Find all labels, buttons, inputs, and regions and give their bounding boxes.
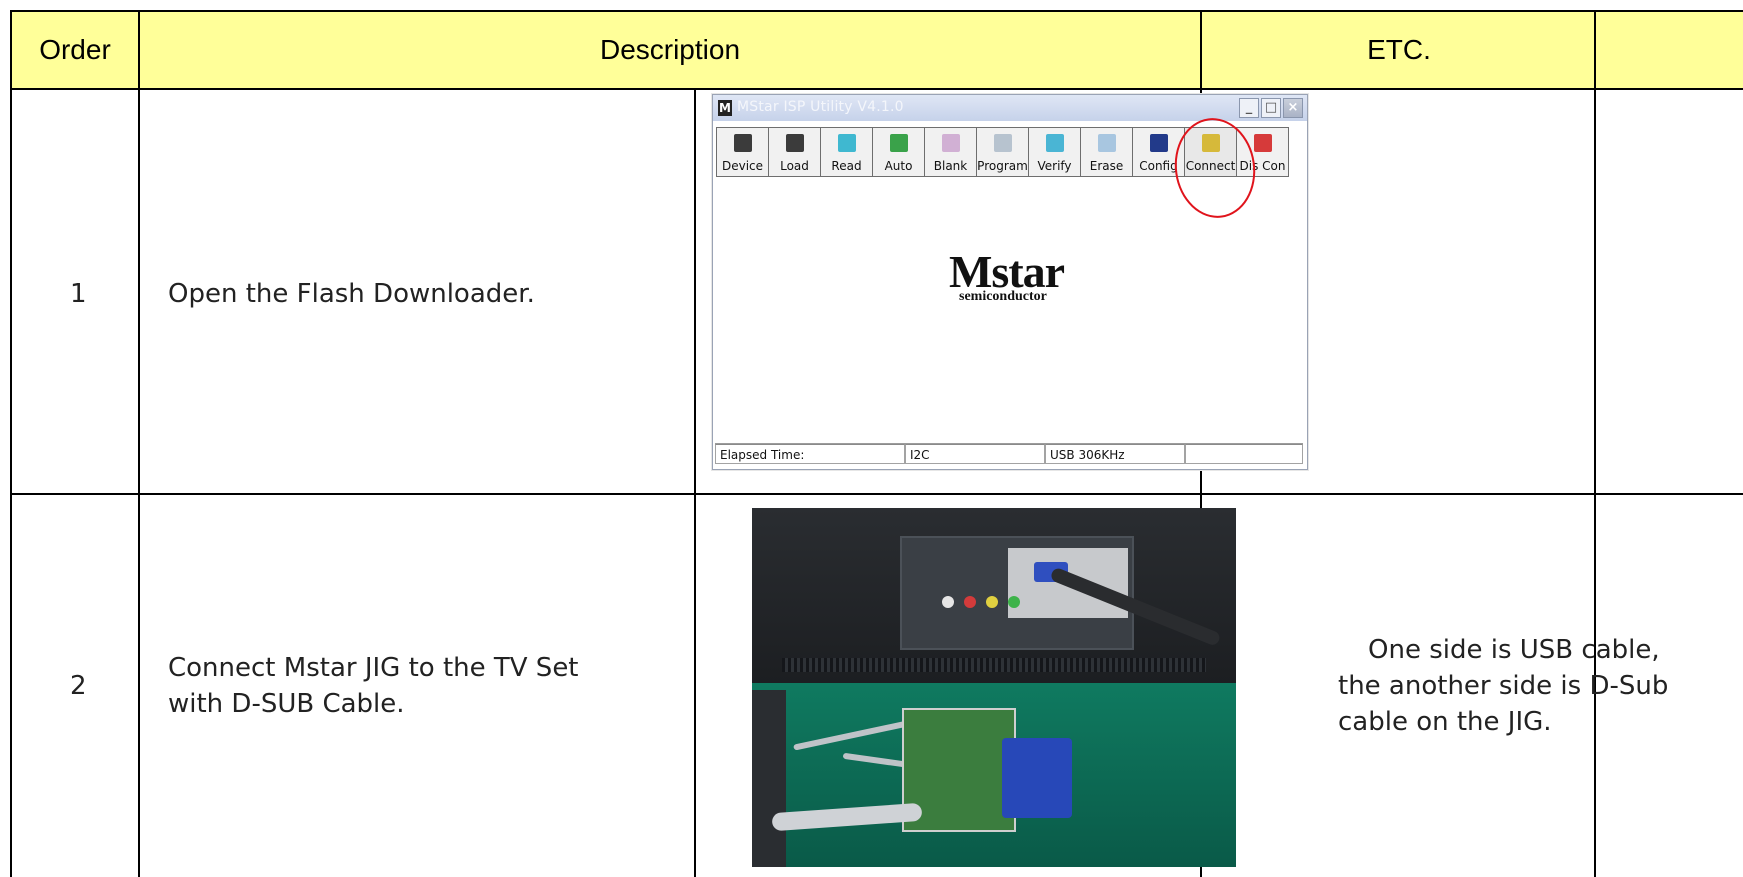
status-usb-speed: USB 306KHz <box>1045 444 1185 464</box>
row2-etc-line3: cable on the JIG. <box>1338 707 1552 737</box>
blank-button[interactable]: Blank <box>924 127 976 177</box>
window-controls: _ □ × <box>1239 98 1303 118</box>
tv-jig-photo <box>752 508 1236 867</box>
verify-label: Verify <box>1037 159 1072 173</box>
blank-check-icon <box>942 134 960 152</box>
mstar-logo: Mstar semiconductor <box>949 245 1089 305</box>
auto-button[interactable]: Auto <box>872 127 924 177</box>
load-label: Load <box>780 159 809 173</box>
photo-left-edge <box>752 690 786 867</box>
window-titlebar: M MStar ISP Utility V4.1.0 _ □ × <box>713 95 1307 121</box>
erase-label: Erase <box>1089 159 1124 173</box>
row2-description-line2: with D-SUB Cable. <box>168 689 405 719</box>
col-divider <box>694 88 696 877</box>
window-title: MStar ISP Utility V4.1.0 <box>737 99 904 115</box>
app-logo-icon: M <box>718 100 732 116</box>
row1-order: 1 <box>70 279 87 309</box>
row2-description-line1: Connect Mstar JIG to the TV Set <box>168 653 579 683</box>
row-divider <box>12 493 1743 495</box>
rca-jack <box>942 596 954 608</box>
monitor-icon <box>1150 134 1168 152</box>
col-divider <box>1594 12 1596 877</box>
rca-jack <box>986 596 998 608</box>
program-label: Program <box>977 159 1028 173</box>
verify-icon <box>1046 134 1064 152</box>
chip-load-icon <box>786 134 804 152</box>
col-divider <box>138 12 140 877</box>
read-button[interactable]: Read <box>820 127 872 177</box>
row1-description: Open the Flash Downloader. <box>168 279 535 309</box>
status-bar: Elapsed Time: I2C USB 306KHz <box>715 443 1303 466</box>
header-description: Description <box>599 34 741 65</box>
status-bus: I2C <box>905 444 1045 464</box>
rca-jack <box>1008 596 1020 608</box>
row2-order: 2 <box>70 671 87 701</box>
mstar-logo-subtitle: semiconductor <box>959 289 1047 304</box>
status-elapsed-time: Elapsed Time: <box>715 444 905 464</box>
close-icon[interactable]: × <box>1283 98 1303 118</box>
device-button[interactable]: Device <box>716 127 768 177</box>
program-button[interactable]: Program <box>976 127 1028 177</box>
disconnect-icon <box>1254 134 1272 152</box>
status-empty <box>1185 444 1303 464</box>
load-button[interactable]: Load <box>768 127 820 177</box>
tv-vents <box>782 658 1206 672</box>
header-order: Order <box>39 34 111 65</box>
rca-jack <box>964 596 976 608</box>
minimize-icon[interactable]: _ <box>1239 98 1259 118</box>
blank-label: Blank <box>933 159 968 173</box>
header-etc: ETC. <box>1367 34 1431 65</box>
auto-label: Auto <box>884 159 913 173</box>
row-divider <box>12 88 1743 90</box>
read-icon <box>838 134 856 152</box>
erase-button[interactable]: Erase <box>1080 127 1132 177</box>
row2-etc-line2: the another side is D-Sub <box>1338 671 1669 701</box>
program-icon <box>994 134 1012 152</box>
read-label: Read <box>831 159 862 173</box>
auto-icon <box>890 134 908 152</box>
maximize-icon[interactable]: □ <box>1261 98 1281 118</box>
d-sub-connector <box>1002 738 1072 818</box>
row2-etc-line1: One side is USB cable, <box>1368 635 1660 665</box>
erase-icon <box>1098 134 1116 152</box>
verify-button[interactable]: Verify <box>1028 127 1080 177</box>
device-label: Device <box>721 159 764 173</box>
chip-icon <box>734 134 752 152</box>
